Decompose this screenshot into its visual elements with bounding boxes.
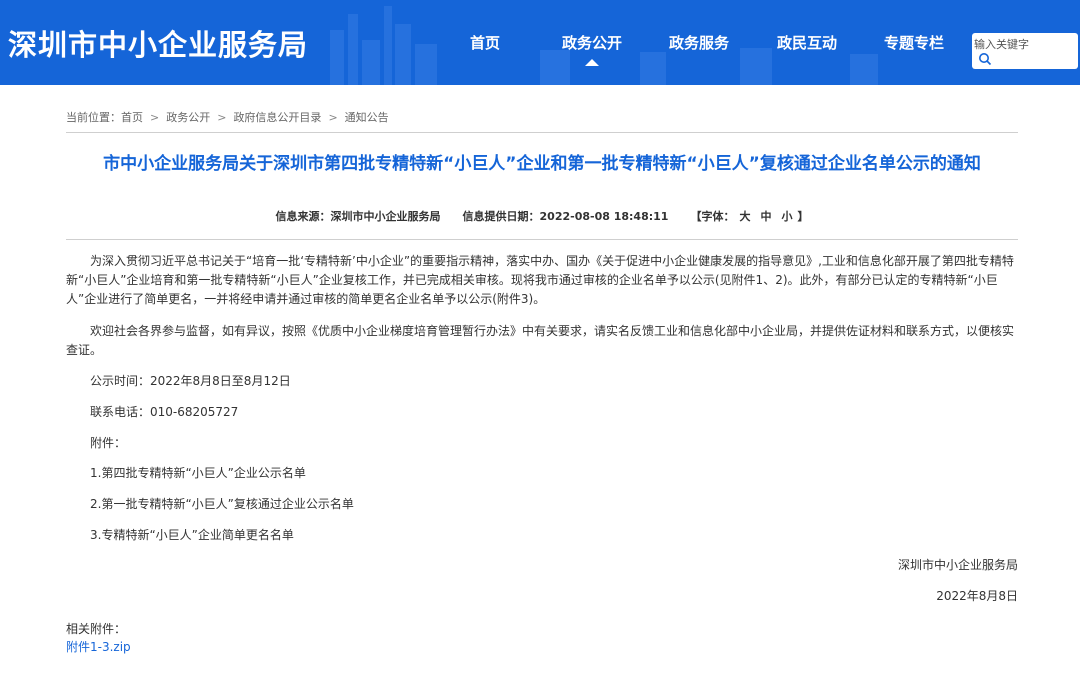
nav-gov-affairs-public[interactable]: 政务公开 bbox=[562, 32, 622, 53]
font-size-close: 】 bbox=[797, 210, 809, 223]
breadcrumb-home[interactable]: 首页 bbox=[121, 111, 143, 124]
article-paragraph-2: 欢迎社会各界参与监督，如有异议，按照《优质中小企业梯度培育管理暂行办法》中有关要… bbox=[66, 324, 1015, 357]
search-icon[interactable] bbox=[978, 52, 992, 66]
breadcrumb-label: 当前位置： bbox=[66, 111, 121, 124]
article-meta: 信息来源：深圳市中小企业服务局 信息提供日期：2022-08-08 18:48:1… bbox=[66, 208, 1018, 224]
breadcrumb-info-catalog[interactable]: 政府信息公开目录 bbox=[233, 111, 321, 124]
breadcrumb: 当前位置：首页 > 政务公开 > 政府信息公开目录 > 通知公告 bbox=[66, 109, 389, 125]
divider bbox=[66, 132, 1018, 133]
nav-public-interaction[interactable]: 政民互动 bbox=[777, 32, 837, 53]
contact-phone: 联系电话：010-68205727 bbox=[90, 405, 239, 419]
article-paragraph-1: 为深入贯彻习近平总书记关于“培育一批‘专精特新’中小企业”的重要指示精神，落实中… bbox=[66, 254, 1014, 306]
nav-home[interactable]: 首页 bbox=[470, 32, 500, 53]
breadcrumb-gov-affairs-public[interactable]: 政务公开 bbox=[166, 111, 210, 124]
source-label: 信息来源： bbox=[275, 210, 331, 223]
search-box bbox=[972, 33, 1078, 69]
search-input[interactable] bbox=[972, 33, 1078, 53]
font-size-small-button[interactable]: 小 bbox=[781, 210, 792, 223]
attachment-item-3: 3.专精特新“小巨人”企业简单更名名单 bbox=[90, 528, 294, 542]
active-nav-indicator bbox=[585, 59, 599, 66]
breadcrumb-separator: > bbox=[150, 111, 160, 124]
publicity-time: 公示时间：2022年8月8日至8月12日 bbox=[90, 374, 291, 388]
source-value: 深圳市中小企业服务局 bbox=[330, 210, 441, 223]
attachments-label: 附件： bbox=[90, 436, 127, 450]
attachment-item-1: 1.第四批专精特新“小巨人”企业公示名单 bbox=[90, 466, 306, 480]
date-label: 信息提供日期： bbox=[462, 210, 540, 223]
attachment-download-link[interactable]: 附件1-3.zip bbox=[66, 638, 131, 655]
signature: 深圳市中小企业服务局 bbox=[897, 558, 1018, 572]
divider bbox=[66, 239, 1018, 240]
breadcrumb-separator: > bbox=[328, 111, 338, 124]
date-value: 2022-08-08 18:48:11 bbox=[539, 210, 669, 223]
font-size-medium-button[interactable]: 中 bbox=[760, 210, 771, 223]
nav-gov-services[interactable]: 政务服务 bbox=[669, 32, 729, 53]
font-size-label: 【字体： bbox=[690, 210, 735, 223]
breadcrumb-separator: > bbox=[217, 111, 227, 124]
article-title: 市中小企业服务局关于深圳市第四批专精特新“小巨人”企业和第一批专精特新“小巨人”… bbox=[103, 154, 981, 174]
breadcrumb-notices[interactable]: 通知公告 bbox=[345, 111, 389, 124]
site-header: 深圳市中小企业服务局 首页 政务公开 政务服务 政民互动 专题专栏 bbox=[0, 0, 1080, 85]
font-size-large-button[interactable]: 大 bbox=[739, 210, 750, 223]
main-nav: 首页 政务公开 政务服务 政民互动 专题专栏 bbox=[0, 32, 1080, 72]
related-attachments-label: 相关附件： bbox=[66, 622, 127, 636]
nav-special-topics[interactable]: 专题专栏 bbox=[884, 32, 944, 53]
attachment-item-2: 2.第一批专精特新“小巨人”复核通过企业公示名单 bbox=[90, 497, 354, 511]
article-body: 为深入贯彻习近平总书记关于“培育一批‘专精特新’中小企业”的重要指示精神，落实中… bbox=[66, 252, 1018, 542]
sign-date: 2022年8月8日 bbox=[936, 589, 1018, 603]
